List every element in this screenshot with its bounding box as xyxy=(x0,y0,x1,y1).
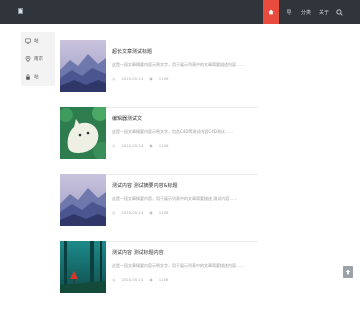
calendar-icon: ◷ xyxy=(112,277,116,282)
forest-image xyxy=(60,241,106,293)
post-thumbnail[interactable] xyxy=(60,107,106,159)
nav-home[interactable] xyxy=(263,0,279,24)
eye-icon: ◉ xyxy=(149,277,153,282)
green-cat-image xyxy=(60,107,106,159)
post-excerpt: 这是一段文章摘要内容示例文字，用于展示列表中的文章简要描述内容…… xyxy=(112,263,244,268)
post-meta: ◷ 2020-05-14 ◉ 1106 xyxy=(112,277,168,282)
post-excerpt: 这是一段文章摘要内容，用于展示列表中的文章简要描述 测试内容…… xyxy=(112,196,238,201)
post-title[interactable]: 测试内容 测试摘要内容&标题 xyxy=(112,182,178,189)
nav-label: 导 xyxy=(286,9,292,16)
sidebar-item-site[interactable]: 站 xyxy=(25,36,39,46)
monitor-icon xyxy=(25,38,31,44)
calendar-icon: ◷ xyxy=(112,76,116,81)
post-thumbnail[interactable] xyxy=(60,40,106,92)
sidebar-item-label: 站 xyxy=(34,39,39,44)
post-title[interactable]: 超长文章测试标题 xyxy=(112,48,152,55)
post-title[interactable]: 编辑器测试文 xyxy=(112,115,142,122)
nav-label: 分类 xyxy=(300,9,311,16)
location-pin-icon xyxy=(25,56,31,62)
eye-icon: ◉ xyxy=(149,76,153,81)
post-excerpt: 这是一段文章摘要内容示例文字，包含C4D等测试内容C4D测试…… xyxy=(112,129,233,134)
post-date: 2020-05-14 xyxy=(121,76,144,81)
calendar-icon: ◷ xyxy=(112,210,116,215)
calendar-icon: ◷ xyxy=(112,143,116,148)
scroll-to-top-button[interactable] xyxy=(343,266,353,278)
eye-icon: ◉ xyxy=(149,143,153,148)
post-thumbnail[interactable] xyxy=(60,241,106,293)
sidebar-item-label: 站 xyxy=(34,75,39,80)
post-item[interactable]: 编辑器测试文 这是一段文章摘要内容示例文字，包含C4D等测试内容C4D测试…… … xyxy=(60,107,258,175)
arrow-up-icon xyxy=(345,269,351,275)
post-title[interactable]: 测试内容 测试标题内容 xyxy=(112,249,164,256)
post-views: 1106 xyxy=(158,277,169,282)
post-thumbnail[interactable] xyxy=(60,174,106,226)
search-button[interactable] xyxy=(333,0,345,24)
post-item[interactable]: 超长文章测试标题 这是一段文章摘要内容示例文字，用于展示列表中的文章简要描述内容… xyxy=(60,40,258,108)
post-views: 1106 xyxy=(158,210,169,215)
post-meta: ◷ 2020-05-14 ◉ 1106 xyxy=(112,143,168,148)
post-meta: ◷ 2020-05-14 ◉ 1106 xyxy=(112,210,168,215)
sidebar-item-lock[interactable]: 站 xyxy=(25,72,39,82)
sidebar-item-label: 南京 xyxy=(34,57,43,62)
post-excerpt: 这是一段文章摘要内容示例文字，用于展示列表中的文章简要描述内容…… xyxy=(112,62,244,67)
post-date: 2020-05-14 xyxy=(121,143,144,148)
post-views: 1106 xyxy=(158,143,169,148)
top-navbar: 导 分类 关于 xyxy=(0,0,360,24)
broken-image-icon[interactable] xyxy=(18,8,24,15)
sidebar-item-location[interactable]: 南京 xyxy=(25,54,43,64)
sidebar-info-panel: 站 南京 站 xyxy=(21,32,55,86)
nav-item-4[interactable]: 关于 xyxy=(316,0,332,24)
post-item[interactable]: 测试内容 测试标题内容 这是一段文章摘要内容示例文字，用于展示列表中的文章简要描… xyxy=(60,241,258,309)
search-icon xyxy=(335,8,343,16)
nav-item-2[interactable]: 导 xyxy=(283,0,295,24)
lock-icon xyxy=(26,74,30,80)
mountain-image xyxy=(60,174,106,226)
nav-label: 关于 xyxy=(318,9,329,16)
mountain-image xyxy=(60,40,106,92)
eye-icon: ◉ xyxy=(149,210,153,215)
post-views: 1106 xyxy=(158,76,169,81)
post-item[interactable]: 测试内容 测试摘要内容&标题 这是一段文章摘要内容，用于展示列表中的文章简要描述… xyxy=(60,174,258,242)
home-icon xyxy=(268,9,274,15)
post-date: 2020-05-14 xyxy=(121,210,144,215)
post-meta: ◷ 2020-05-14 ◉ 1106 xyxy=(112,76,168,81)
nav-item-3[interactable]: 分类 xyxy=(298,0,314,24)
post-date: 2020-05-14 xyxy=(121,277,144,282)
